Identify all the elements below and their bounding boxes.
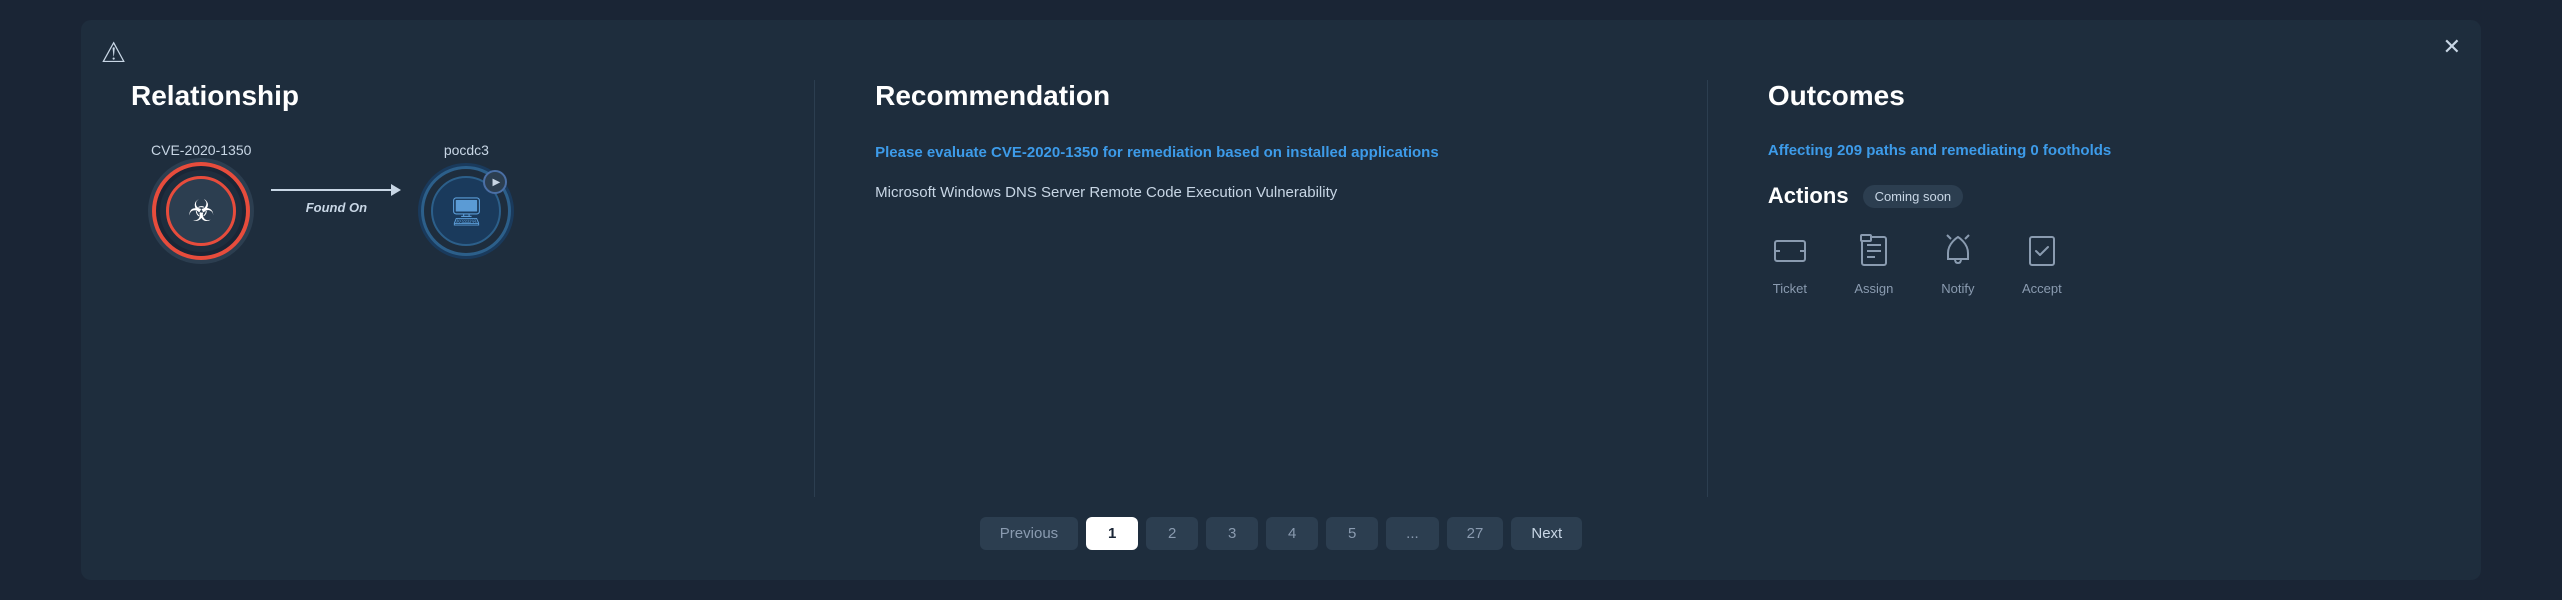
accept-label: Accept: [2022, 281, 2062, 296]
next-button[interactable]: Next: [1511, 517, 1582, 550]
actions-header: Actions Coming soon: [1768, 183, 2411, 209]
app-logo: ⚠: [101, 36, 126, 69]
biohazard-icon: ☣: [188, 194, 215, 229]
recommendation-section: Recommendation Please evaluate CVE-2020-…: [855, 80, 1667, 497]
page-2-button[interactable]: 2: [1146, 517, 1198, 550]
play-icon: ▶: [493, 177, 501, 188]
page-5-button[interactable]: 5: [1326, 517, 1378, 550]
outcomes-title: Outcomes: [1768, 80, 2411, 112]
cve-node: ☣: [156, 166, 246, 256]
assign-label: Assign: [1854, 281, 1893, 296]
accept-button[interactable]: Accept: [2020, 229, 2064, 296]
page-27-button[interactable]: 27: [1447, 517, 1504, 550]
recommendation-description: Microsoft Windows DNS Server Remote Code…: [875, 181, 1647, 205]
monitor-icon: 🖥: [449, 195, 485, 228]
arrow-line: [271, 184, 401, 196]
arrow-container: Found On: [271, 184, 401, 215]
arrow-label: Found On: [306, 200, 367, 215]
close-button[interactable]: ✕: [2443, 36, 2461, 58]
actions-title: Actions: [1768, 183, 1849, 209]
notify-label: Notify: [1941, 281, 1974, 296]
page-1-button[interactable]: 1: [1086, 517, 1138, 550]
outcomes-section: Outcomes Affecting 209 paths and remedia…: [1748, 80, 2431, 497]
target-label: pocdc3: [444, 142, 489, 158]
target-node: 🖥 ▶: [421, 166, 511, 256]
cve-label: CVE-2020-1350: [151, 142, 251, 158]
cve-node-inner: ☣: [166, 176, 236, 246]
arrow-shaft: [271, 189, 391, 191]
content-area: Relationship CVE-2020-1350 ☣ Found: [131, 80, 2431, 497]
ticket-icon: [1768, 229, 1812, 273]
cve-node-container: CVE-2020-1350 ☣: [151, 142, 251, 256]
assign-button[interactable]: Assign: [1852, 229, 1896, 296]
recommendation-link[interactable]: Please evaluate CVE-2020-1350 for remedi…: [875, 142, 1647, 165]
pagination: Previous 1 2 3 4 5 ... 27 Next: [131, 517, 2431, 550]
relationship-section: Relationship CVE-2020-1350 ☣ Found: [131, 80, 774, 497]
relationship-diagram: CVE-2020-1350 ☣ Found On pocdc3: [131, 142, 774, 256]
outcomes-link[interactable]: Affecting 209 paths and remediating 0 fo…: [1768, 142, 2411, 159]
accept-icon: [2020, 229, 2064, 273]
arrow-head: [391, 184, 401, 196]
target-node-inner: 🖥 ▶: [431, 176, 501, 246]
divider-2: [1707, 80, 1708, 497]
page-3-button[interactable]: 3: [1206, 517, 1258, 550]
page-4-button[interactable]: 4: [1266, 517, 1318, 550]
assign-icon: [1852, 229, 1896, 273]
relationship-title: Relationship: [131, 80, 774, 112]
notify-button[interactable]: Notify: [1936, 229, 1980, 296]
action-buttons: Ticket Assign: [1768, 229, 2411, 296]
ticket-label: Ticket: [1773, 281, 1807, 296]
page-ellipsis: ...: [1386, 517, 1439, 550]
previous-button[interactable]: Previous: [980, 517, 1078, 550]
recommendation-title: Recommendation: [875, 80, 1647, 112]
main-modal: ⚠ ✕ Relationship CVE-2020-1350 ☣: [81, 20, 2481, 580]
play-badge: ▶: [483, 170, 507, 194]
coming-soon-badge: Coming soon: [1863, 185, 1964, 208]
notify-icon: [1936, 229, 1980, 273]
ticket-button[interactable]: Ticket: [1768, 229, 1812, 296]
divider-1: [814, 80, 815, 497]
target-node-container: pocdc3 🖥 ▶: [421, 142, 511, 256]
